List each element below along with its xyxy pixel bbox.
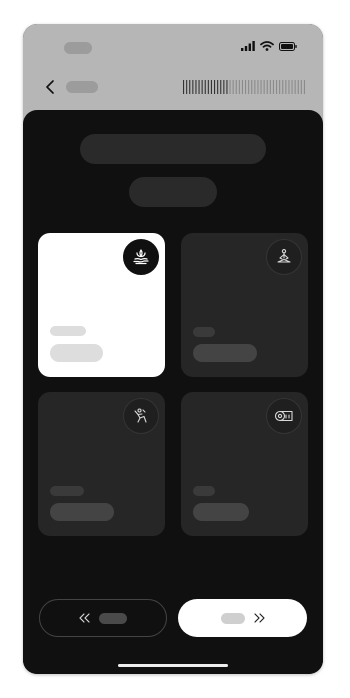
main-content [23,110,323,674]
subtitle-placeholder [129,177,217,207]
progress-tick [183,80,185,94]
progress-tick [260,80,262,94]
back-button[interactable] [43,78,57,96]
progress-tick [248,80,250,94]
double-chevron-left-icon [79,613,90,623]
progress-tick [257,80,259,94]
progress-tick [300,80,302,94]
progress-tick [245,80,247,94]
progress-tick [266,80,268,94]
progress-tick [214,80,216,94]
progress-tick [229,80,231,94]
progress-tick [238,80,240,94]
meditation-icon [277,249,291,263]
card-icon-badge [123,239,159,275]
progress-tick [226,80,228,94]
card-label-placeholder [193,327,215,337]
progress-tick [192,80,194,94]
progress-tick [254,80,256,94]
previous-button-label-placeholder [99,612,127,624]
yoga-mat-icon [274,410,293,422]
progress-tick [279,80,281,94]
card-title-placeholder [193,344,257,362]
progress-ticks [183,80,305,94]
progress-tick [294,80,296,94]
progress-tick [288,80,290,94]
battery-icon [279,41,297,51]
status-icons [241,41,297,51]
progress-tick [282,80,284,94]
progress-tick [297,80,299,94]
progress-tick [186,80,188,94]
title-placeholder [80,134,266,164]
progress-tick [269,80,271,94]
card-icon-badge [266,398,302,434]
card-icon-badge [266,239,302,275]
progress-tick [223,80,225,94]
card-title-placeholder [50,344,103,362]
progress-tick [204,80,206,94]
option-card-2[interactable] [181,233,308,377]
progress-tick [241,80,243,94]
next-button[interactable] [178,599,307,637]
progress-tick [276,80,278,94]
progress-tick [189,80,191,94]
status-time-placeholder [64,42,92,54]
progress-tick [232,80,234,94]
card-label-placeholder [193,486,215,496]
header-title-placeholder [66,81,98,93]
progress-tick [198,80,200,94]
card-label-placeholder [50,486,84,496]
double-chevron-right-icon [253,613,265,623]
wifi-icon [260,41,274,51]
home-indicator[interactable] [118,664,228,667]
progress-tick [251,80,253,94]
progress-tick [272,80,274,94]
stretch-icon [134,408,147,423]
top-header [23,24,323,124]
lotus-hand-icon [133,249,149,265]
progress-tick [263,80,265,94]
signal-icon [241,41,255,51]
card-title-placeholder [193,503,249,521]
progress-tick [210,80,212,94]
chevron-left-icon [46,80,54,94]
progress-tick [220,80,222,94]
previous-button[interactable] [39,599,167,637]
next-button-label-placeholder [220,612,245,624]
progress-tick [195,80,197,94]
progress-tick [201,80,203,94]
progress-tick [235,80,237,94]
card-title-placeholder [50,503,114,521]
phone-frame [23,24,323,674]
progress-tick [285,80,287,94]
progress-tick [291,80,293,94]
option-card-4[interactable] [181,392,308,536]
progress-tick [207,80,209,94]
progress-tick [217,80,219,94]
progress-tick [303,80,305,94]
card-icon-badge [123,398,159,434]
card-label-placeholder [50,326,86,336]
option-card-1[interactable] [38,233,165,377]
option-card-3[interactable] [38,392,165,536]
